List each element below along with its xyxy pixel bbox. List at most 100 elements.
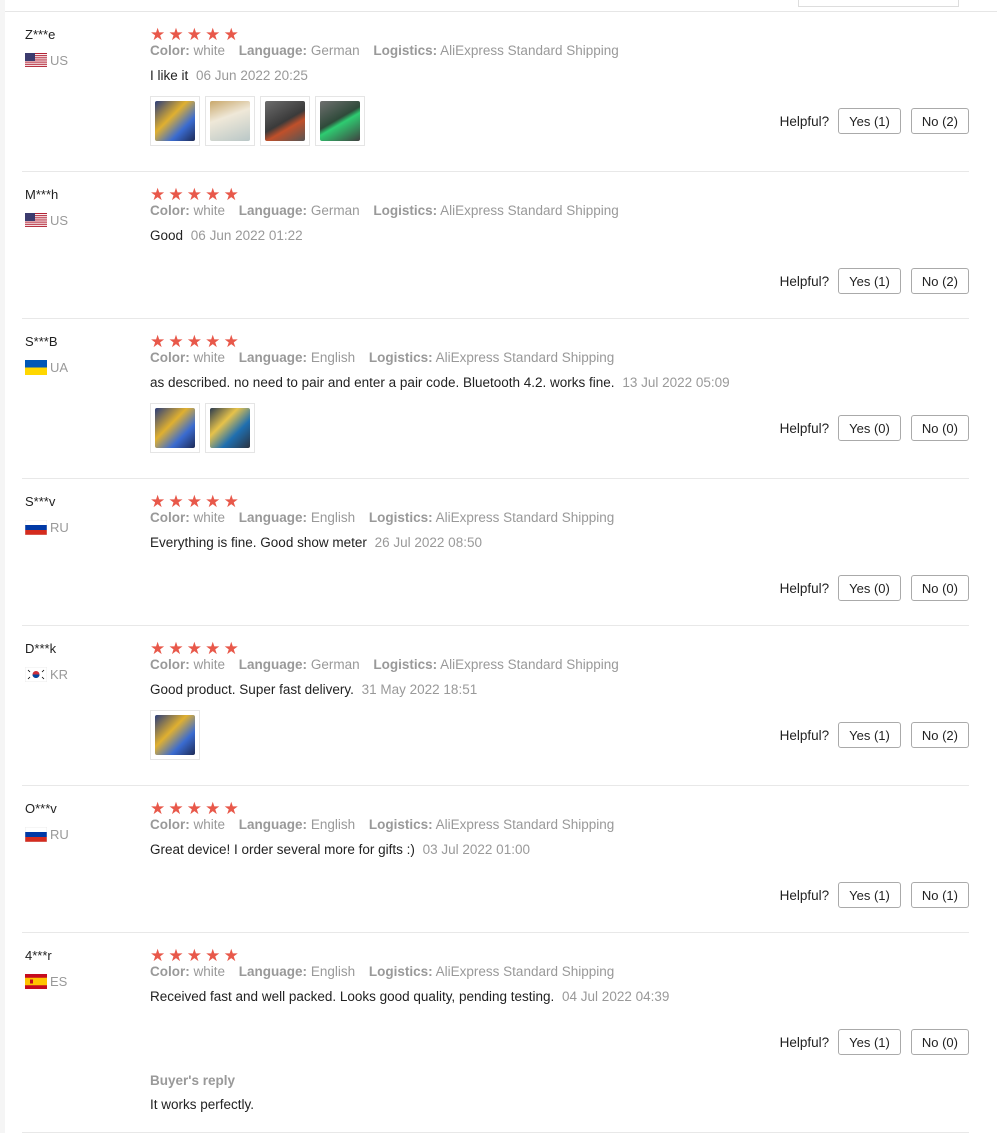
logistics-label: Logistics: xyxy=(368,964,433,979)
helpful-yes-button[interactable]: Yes (0) xyxy=(838,575,901,601)
helpful-label: Helpful? xyxy=(779,113,830,129)
review-body: I like it xyxy=(150,68,189,83)
star-rating: ★ ★ ★ ★ ★ xyxy=(150,332,242,351)
review-item: Z***e US ★ ★ ★ ★ ★ Color: white Language: Ge… xyxy=(22,25,969,172)
helpful-label: Helpful? xyxy=(779,727,830,743)
review-body: Great device! I order several more for g… xyxy=(150,842,415,857)
photo-battery-monitor-package xyxy=(155,715,195,755)
language-label: Language: xyxy=(238,43,308,58)
color-label: Color: xyxy=(150,203,190,218)
us-flag-icon xyxy=(25,52,47,68)
helpful-no-button[interactable]: No (0) xyxy=(910,415,969,441)
review-item: O***v RU ★ ★ ★ ★ ★ Color: white Language: En… xyxy=(22,799,969,933)
language-value: English xyxy=(310,964,356,979)
star-rating: ★ ★ ★ ★ ★ xyxy=(150,799,242,818)
language-label: Language: xyxy=(238,203,308,218)
star-icon: ★ xyxy=(168,332,184,351)
logistics-value: AliExpress Standard Shipping xyxy=(440,43,619,58)
helpful-controls: Helpful? Yes (1) No (1) xyxy=(780,882,969,908)
logistics-value: AliExpress Standard Shipping xyxy=(435,964,615,979)
logistics-label: Logistics: xyxy=(373,657,438,672)
star-icon: ★ xyxy=(150,946,166,965)
helpful-no-button[interactable]: No (0) xyxy=(910,575,969,601)
color-value: white xyxy=(193,203,226,218)
star-icon: ★ xyxy=(186,799,203,818)
country-code: ES xyxy=(50,973,68,989)
star-icon: ★ xyxy=(223,639,239,658)
helpful-no-button[interactable]: No (0) xyxy=(910,1029,969,1055)
logistics-label: Logistics: xyxy=(368,350,433,365)
sort-dropdown[interactable] xyxy=(798,0,959,7)
helpful-no-button[interactable]: No (2) xyxy=(910,268,969,294)
star-icon: ★ xyxy=(150,799,166,818)
star-icon: ★ xyxy=(150,492,166,511)
reviewer-name: D***k xyxy=(25,641,57,656)
star-icon: ★ xyxy=(150,639,166,658)
divider xyxy=(5,11,997,12)
helpful-controls: Helpful? Yes (1) No (2) xyxy=(780,722,969,748)
review-meta: Color: white Language: English Logistics… xyxy=(150,350,624,365)
helpful-no-button[interactable]: No (1) xyxy=(910,882,969,908)
reviewer-country: ES xyxy=(25,973,67,989)
helpful-yes-button[interactable]: Yes (1) xyxy=(838,108,901,134)
review-body: as described. no need to pair and enter … xyxy=(150,375,615,390)
star-icon: ★ xyxy=(223,25,239,44)
ru-flag-icon xyxy=(25,519,47,535)
review-text: I like it 06 Jun 2022 20:25 xyxy=(150,68,308,83)
buyers-reply-text: It works perfectly. xyxy=(150,1097,255,1112)
photo-battery-monitor-package xyxy=(155,408,195,448)
review-photo-thumbnail[interactable] xyxy=(150,96,200,146)
review-photo-thumbnail[interactable] xyxy=(205,403,255,453)
review-photo-thumbnail[interactable] xyxy=(315,96,365,146)
helpful-yes-button[interactable]: Yes (0) xyxy=(838,415,901,441)
review-date: 03 Jul 2022 01:00 xyxy=(422,842,530,857)
language-label: Language: xyxy=(238,350,308,365)
review-date: 06 Jun 2022 01:22 xyxy=(190,228,303,243)
reviewer-name: S***B xyxy=(25,334,58,349)
language-label: Language: xyxy=(238,657,308,672)
helpful-yes-button[interactable]: Yes (1) xyxy=(838,268,901,294)
country-code: UA xyxy=(50,359,69,375)
reviewer-country: US xyxy=(25,212,68,228)
photo-device-closeup xyxy=(265,101,305,141)
star-icon: ★ xyxy=(205,799,221,818)
color-label: Color: xyxy=(150,350,190,365)
review-photo-thumbnail[interactable] xyxy=(260,96,310,146)
review-date: 26 Jul 2022 08:50 xyxy=(374,535,482,550)
review-content: ★ ★ ★ ★ ★ Color: white Language: English Log… xyxy=(150,799,950,933)
helpful-controls: Helpful? Yes (1) No (0) xyxy=(780,1029,969,1055)
star-rating: ★ ★ ★ ★ ★ xyxy=(150,185,242,204)
logistics-label: Logistics: xyxy=(368,817,433,832)
photo-battery-monitor-package xyxy=(155,101,195,141)
star-icon: ★ xyxy=(223,185,239,204)
star-icon: ★ xyxy=(186,639,203,658)
review-photo-thumbnail[interactable] xyxy=(205,96,255,146)
language-value: English xyxy=(310,817,356,832)
review-photo-thumbnail[interactable] xyxy=(150,403,200,453)
logistics-label: Logistics: xyxy=(368,510,433,525)
helpful-controls: Helpful? Yes (1) No (2) xyxy=(780,268,969,294)
helpful-controls: Helpful? Yes (1) No (2) xyxy=(780,108,969,134)
logistics-value: AliExpress Standard Shipping xyxy=(440,657,619,672)
review-text: Good product. Super fast delivery. 31 Ma… xyxy=(150,682,477,697)
star-icon: ★ xyxy=(168,946,184,965)
logistics-value: AliExpress Standard Shipping xyxy=(440,203,619,218)
review-text: Received fast and well packed. Looks goo… xyxy=(150,989,669,1004)
helpful-yes-button[interactable]: Yes (1) xyxy=(838,1029,901,1055)
helpful-yes-button[interactable]: Yes (1) xyxy=(838,882,901,908)
review-item: D***k KR ★ ★ ★ ★ ★ Color: white Language: Ge… xyxy=(22,639,969,786)
logistics-value: AliExpress Standard Shipping xyxy=(435,817,615,832)
logistics-label: Logistics: xyxy=(373,203,438,218)
us-flag-icon xyxy=(25,212,47,228)
helpful-yes-button[interactable]: Yes (1) xyxy=(838,722,901,748)
review-body: Received fast and well packed. Looks goo… xyxy=(150,989,555,1004)
review-content: ★ ★ ★ ★ ★ Color: white Language: German Logi… xyxy=(150,185,950,319)
logistics-label: Logistics: xyxy=(373,43,438,58)
helpful-no-button[interactable]: No (2) xyxy=(910,108,969,134)
review-photo-thumbnail[interactable] xyxy=(150,710,200,760)
star-icon: ★ xyxy=(205,25,221,44)
logistics-value: AliExpress Standard Shipping xyxy=(435,350,615,365)
helpful-no-button[interactable]: No (2) xyxy=(910,722,969,748)
color-value: white xyxy=(193,657,226,672)
review-text: Good 06 Jun 2022 01:22 xyxy=(150,228,303,243)
